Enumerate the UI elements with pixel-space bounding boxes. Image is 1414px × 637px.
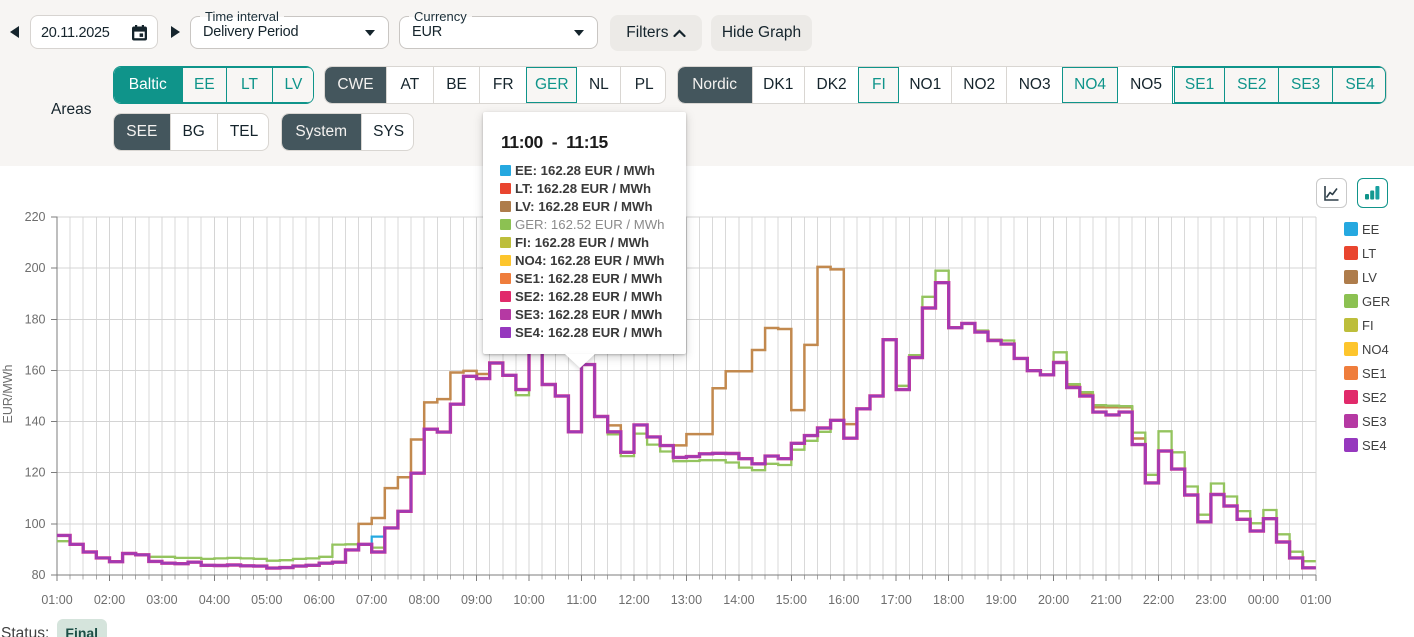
svg-text:07:00: 07:00 [356, 593, 387, 607]
svg-text:220: 220 [25, 210, 46, 224]
svg-text:180: 180 [25, 312, 46, 326]
svg-text:06:00: 06:00 [304, 593, 335, 607]
svg-text:05:00: 05:00 [251, 593, 282, 607]
svg-text:04:00: 04:00 [199, 593, 230, 607]
svg-text:11:00: 11:00 [566, 593, 596, 607]
svg-text:20:00: 20:00 [1038, 593, 1069, 607]
svg-text:100: 100 [25, 517, 46, 531]
svg-text:17:00: 17:00 [881, 593, 912, 607]
svg-text:14:00: 14:00 [723, 593, 754, 607]
svg-text:01:00: 01:00 [1300, 593, 1331, 607]
svg-text:160: 160 [25, 363, 46, 377]
svg-text:19:00: 19:00 [985, 593, 1016, 607]
svg-text:13:00: 13:00 [671, 593, 702, 607]
svg-text:21:00: 21:00 [1090, 593, 1121, 607]
svg-text:80: 80 [32, 568, 46, 582]
svg-text:23:00: 23:00 [1195, 593, 1226, 607]
svg-text:01:00: 01:00 [41, 593, 72, 607]
svg-text:22:00: 22:00 [1143, 593, 1174, 607]
svg-text:10:00: 10:00 [513, 593, 544, 607]
svg-text:09:00: 09:00 [461, 593, 492, 607]
svg-text:02:00: 02:00 [94, 593, 125, 607]
svg-text:120: 120 [25, 466, 46, 480]
svg-text:200: 200 [25, 261, 46, 275]
svg-text:08:00: 08:00 [409, 593, 440, 607]
svg-text:EUR/MWh: EUR/MWh [1, 364, 15, 423]
svg-text:12:00: 12:00 [618, 593, 649, 607]
svg-text:16:00: 16:00 [828, 593, 859, 607]
svg-text:15:00: 15:00 [776, 593, 807, 607]
svg-text:03:00: 03:00 [146, 593, 177, 607]
svg-text:18:00: 18:00 [933, 593, 964, 607]
svg-text:00:00: 00:00 [1248, 593, 1279, 607]
svg-text:140: 140 [25, 415, 46, 429]
